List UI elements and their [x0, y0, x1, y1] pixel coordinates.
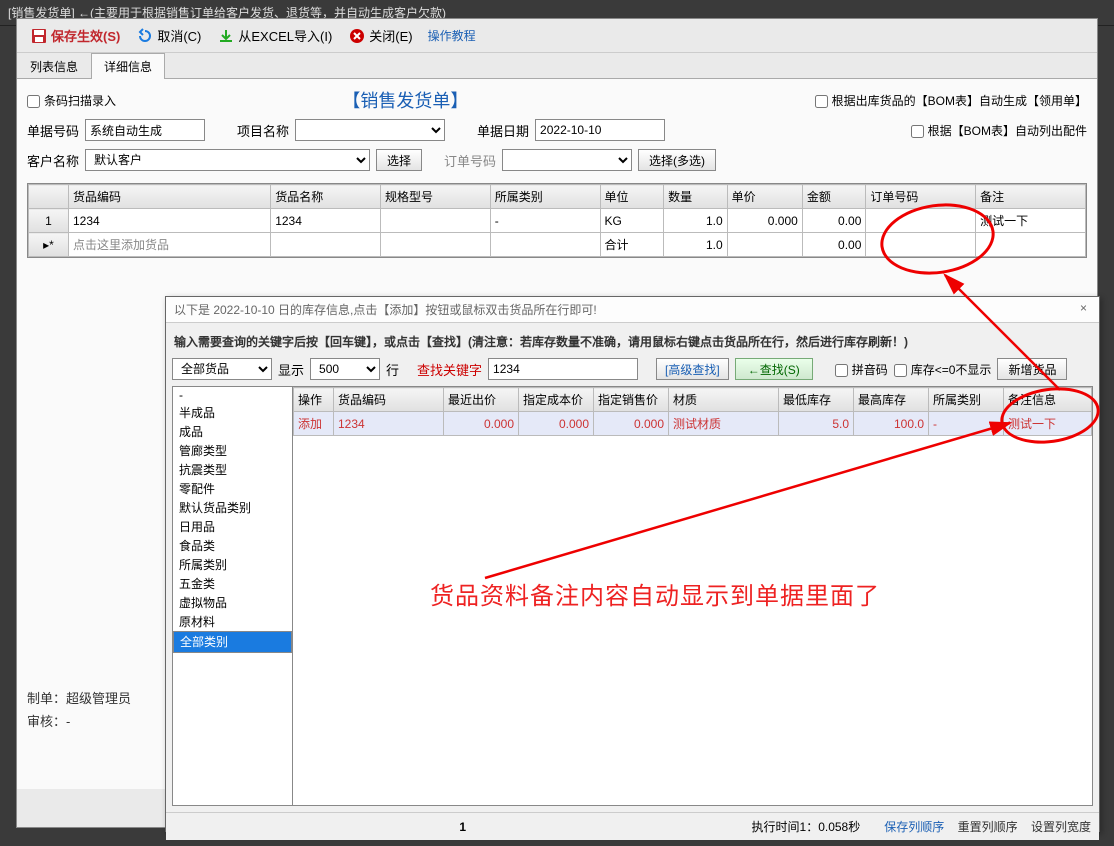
popup-footer: 1 执行时间1：0.058秒 保存列顺序 重置列顺序 设置列宽度	[166, 812, 1099, 840]
close-icon	[348, 27, 366, 45]
select-multi-button[interactable]: 选择(多选)	[638, 149, 716, 171]
tree-item[interactable]: 零配件	[173, 479, 292, 498]
tree-item[interactable]: 食品类	[173, 536, 292, 555]
filter-select[interactable]: 全部货品	[172, 358, 272, 380]
tabs: 列表信息 详细信息	[17, 53, 1097, 79]
grid-col-header[interactable]: 订单号码	[866, 185, 976, 209]
tab-detail[interactable]: 详细信息	[91, 53, 165, 79]
tree-item[interactable]: 所属类别	[173, 555, 292, 574]
doc-no-input[interactable]	[85, 119, 205, 141]
result-col-header[interactable]: 备注信息	[1004, 388, 1092, 412]
grid-col-header[interactable]: 货品编码	[69, 185, 271, 209]
adv-search-button[interactable]: [高级查找]	[656, 358, 729, 380]
project-label: 项目名称	[237, 121, 289, 140]
popup-titlebar: 以下是 2022-10-10 日的库存信息,点击【添加】按钮或鼠标双击货品所在行…	[166, 297, 1099, 323]
result-col-header[interactable]: 指定销售价	[594, 388, 669, 412]
popup-hint: 输入需要查询的关键字后按【回车键】，或点击【查找】(清注意：若库存数量不准确，请…	[172, 329, 1093, 354]
keyword-input[interactable]	[488, 358, 638, 380]
exec-time: 执行时间1：0.058秒	[752, 818, 861, 835]
rows-label: 行	[386, 360, 399, 379]
result-col-header[interactable]: 材质	[669, 388, 779, 412]
tree-item[interactable]: 半成品	[173, 403, 292, 422]
grid-col-header[interactable]: 所属类别	[490, 185, 600, 209]
grid-col-header[interactable]: 货品名称	[271, 185, 381, 209]
import-icon	[217, 27, 235, 45]
cancel-button[interactable]: 取消(C)	[129, 23, 208, 48]
grid-col-header[interactable]: 数量	[664, 185, 728, 209]
customer-label: 客户名称	[27, 151, 79, 170]
annotation-text: 货品资料备注内容自动显示到单据里面了	[430, 576, 880, 611]
grid-col-header[interactable]: 单价	[727, 185, 802, 209]
result-col-header[interactable]: 最近出价	[444, 388, 519, 412]
reset-col-link[interactable]: 重置列顺序	[958, 820, 1018, 834]
tree-item[interactable]: 抗震类型	[173, 460, 292, 479]
order-no-label: 订单号码	[444, 151, 496, 170]
import-button[interactable]: 从EXCEL导入(I)	[210, 23, 339, 48]
undo-icon	[136, 27, 154, 45]
result-col-header[interactable]: 操作	[294, 388, 334, 412]
bom-list-check[interactable]: 根据【BOM表】自动列出配件	[911, 122, 1087, 139]
show-count-select[interactable]: 500	[310, 358, 380, 380]
cancel-label: 取消(C)	[157, 26, 201, 45]
popup-close-button[interactable]: ×	[1076, 301, 1091, 318]
result-col-header[interactable]: 指定成本价	[519, 388, 594, 412]
close-label: 关闭(E)	[369, 26, 412, 45]
tree-item[interactable]: 全部类别	[173, 631, 292, 653]
project-select[interactable]	[295, 119, 445, 141]
result-col-header[interactable]: 最高库存	[854, 388, 929, 412]
grid-col-header[interactable]: 规格型号	[380, 185, 490, 209]
tree-item[interactable]: 虚拟物品	[173, 593, 292, 612]
date-label: 单据日期	[477, 121, 529, 140]
search-button[interactable]: ←查找(S)	[735, 358, 813, 380]
grid-col-header[interactable]: 金额	[802, 185, 866, 209]
main-grid: 货品编码货品名称规格型号所属类别单位数量单价金额订单号码备注 112341234…	[27, 183, 1087, 258]
tree-item[interactable]: 原材料	[173, 612, 292, 631]
result-col-header[interactable]: 最低库存	[779, 388, 854, 412]
tree-item[interactable]: 五金类	[173, 574, 292, 593]
tree-item[interactable]: 默认货品类别	[173, 498, 292, 517]
save-button[interactable]: 保存生效(S)	[23, 23, 127, 48]
show-label: 显示	[278, 360, 304, 379]
tree-item[interactable]: 日用品	[173, 517, 292, 536]
category-tree[interactable]: -半成品成品管廊类型抗震类型零配件默认货品类别日用品食品类所属类别五金类虚拟物品…	[173, 387, 293, 805]
result-row[interactable]: 添加12340.0000.0000.000测试材质5.0100.0-测试一下	[294, 412, 1092, 436]
tree-item[interactable]: 管廊类型	[173, 441, 292, 460]
doc-title: 【销售发货单】	[0, 87, 815, 113]
date-input[interactable]	[535, 119, 665, 141]
keyword-label: 查找关键字	[417, 360, 482, 379]
close-button[interactable]: 关闭(E)	[341, 23, 419, 48]
table-row[interactable]: 112341234-KG1.00.0000.00测试一下	[29, 209, 1086, 233]
col-width-link[interactable]: 设置列宽度	[1031, 820, 1091, 834]
inventory-popup: 以下是 2022-10-10 日的库存信息,点击【添加】按钮或鼠标双击货品所在行…	[165, 296, 1100, 832]
page-number: 1	[459, 820, 466, 834]
toolbar: 保存生效(S) 取消(C) 从EXCEL导入(I) 关闭(E) 操作教程	[17, 19, 1097, 53]
customer-select[interactable]: 默认客户	[85, 149, 370, 171]
popup-title-text: 以下是 2022-10-10 日的库存信息,点击【添加】按钮或鼠标双击货品所在行…	[174, 301, 597, 318]
grid-col-header[interactable]: 单位	[600, 185, 664, 209]
grid-col-header[interactable]: 备注	[976, 185, 1086, 209]
save-label: 保存生效(S)	[51, 26, 120, 45]
pinyin-check[interactable]: 拼音码	[835, 361, 888, 378]
result-col-header[interactable]: 货品编码	[334, 388, 444, 412]
doc-no-label: 单据号码	[27, 121, 79, 140]
add-row[interactable]: ▸*点击这里添加货品合计1.00.00	[29, 233, 1086, 257]
result-col-header[interactable]: 所属类别	[929, 388, 1004, 412]
import-label: 从EXCEL导入(I)	[238, 26, 332, 45]
tree-item[interactable]: -	[173, 387, 292, 403]
order-select[interactable]	[502, 149, 632, 171]
tab-list[interactable]: 列表信息	[17, 53, 91, 79]
add-product-button[interactable]: 新增货品	[997, 358, 1067, 380]
bom-autogen-check[interactable]: 根据出库货品的【BOM表】自动生成【领用单】	[815, 92, 1087, 109]
select-customer-button[interactable]: 选择	[376, 149, 422, 171]
hide-zero-check[interactable]: 库存<=0不显示	[894, 361, 992, 378]
tutorial-link[interactable]: 操作教程	[422, 25, 482, 46]
save-icon	[30, 27, 48, 45]
save-col-link[interactable]: 保存列顺序	[884, 820, 944, 834]
tree-item[interactable]: 成品	[173, 422, 292, 441]
